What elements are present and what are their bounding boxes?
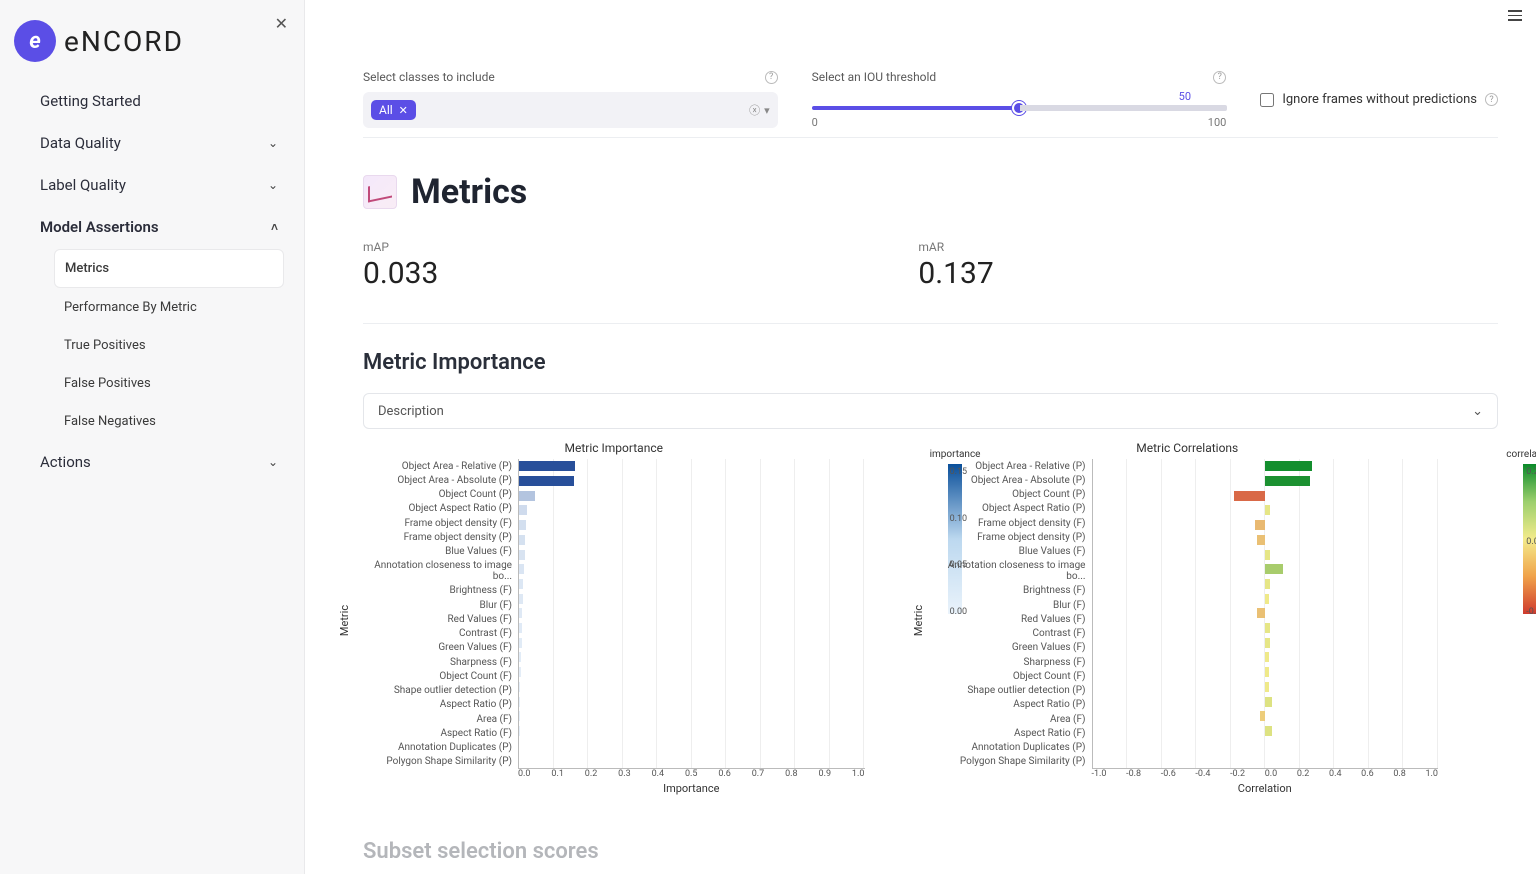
nav-getting-started[interactable]: Getting Started [34,80,284,122]
section-title-subset-scores: Subset selection scores [363,839,1498,864]
slider-max: 100 [1208,116,1227,129]
sub-nav-performance-by-metric[interactable]: Performance By Metric [54,289,284,326]
chart-bars [1093,459,1439,768]
chart-trend-icon [363,175,397,209]
class-multiselect[interactable]: All ✕ ⓧ ▾ [363,92,778,128]
nav-label: Getting Started [40,92,141,110]
chart-y-tick-labels: Object Area - Relative (P)Object Area - … [937,459,1092,769]
help-icon[interactable]: ? [1213,71,1226,84]
description-expander[interactable]: Description ⌄ [363,393,1498,429]
chip-label: All [379,103,393,117]
controls-row: Select classes to include ? All ✕ ⓧ ▾ [363,0,1498,129]
chevron-down-icon: ⌄ [268,455,278,469]
expander-label: Description [378,404,444,419]
chevron-down-icon: ⌄ [1472,404,1483,419]
main-content: Select classes to include ? All ✕ ⓧ ▾ [305,0,1536,874]
page-title: Metrics [411,172,527,212]
divider [363,323,1498,324]
section-title-metric-importance: Metric Importance [363,350,1498,375]
chart-plot-area: Metric [1092,459,1439,769]
kpi-label: mAR [918,240,993,254]
kpi-mar: mAR 0.137 [918,240,993,291]
chart-x-tick-labels: 0.00.10.20.30.40.50.60.70.80.91.0 [518,769,865,779]
chart-bars [519,459,865,768]
nav-label: Data Quality [40,134,121,152]
colorbar-correlation: correlation 0.20.0-0.2 [1506,449,1536,614]
logo-mark-icon: e [14,20,56,62]
kpi-value: 0.033 [363,256,438,291]
chart-metric-correlations: Metric Correlations Object Area - Relati… [937,441,1499,795]
chart-y-axis-label: Metric [912,604,925,635]
chart-y-axis-label: Metric [338,604,351,635]
chevron-down-icon: ⌄ [268,136,278,150]
metrics-header: Metrics [363,172,1498,212]
sub-nav-model-assertions: Metrics Performance By Metric True Posit… [0,249,304,440]
nav-label: Model Assertions [40,218,159,236]
sub-nav-false-negatives[interactable]: False Negatives [54,403,284,440]
help-icon[interactable]: ? [765,71,778,84]
chart-title: Metric Importance [363,441,865,455]
class-chip-all[interactable]: All ✕ [371,100,416,120]
close-sidebar-icon[interactable]: ✕ [275,14,288,33]
clear-icon[interactable]: ⓧ [749,102,760,118]
sidebar-nav: Getting Started Data Quality ⌄ Label Qua… [0,80,304,248]
ignore-frames-checkbox-col: Ignore frames without predictions ? [1260,70,1498,107]
nav-model-assertions[interactable]: Model Assertions ˄ [34,206,284,248]
chart-x-axis-label: Correlation [1092,782,1439,795]
chart-title: Metric Correlations [937,441,1439,455]
ignore-frames-checkbox[interactable] [1260,93,1274,107]
divider [363,137,1498,138]
help-icon[interactable]: ? [1485,93,1498,106]
chevron-down-icon: ⌄ [268,178,278,192]
slider-value: 50 [1179,90,1191,103]
nav-label: Actions [40,453,91,471]
dropdown-caret-icon[interactable]: ▾ [764,104,770,117]
chart-metric-importance: Metric Importance Object Area - Relative… [363,441,925,795]
nav-data-quality[interactable]: Data Quality ⌄ [34,122,284,164]
sidebar-nav-lower: Actions ⌄ [0,441,304,483]
sidebar: ✕ e eNCORD Getting Started Data Quality … [0,0,305,874]
hamburger-menu-icon[interactable] [1508,10,1522,21]
slider-thumb[interactable] [1012,101,1026,115]
chart-y-tick-labels: Object Area - Relative (P)Object Area - … [363,459,518,769]
chart-plot-area: Metric [518,459,865,769]
sub-nav-metrics[interactable]: Metrics [54,249,284,288]
iou-slider-col: Select an IOU threshold ? 50 0 100 [812,70,1227,129]
brand-name: eNCORD [64,25,184,58]
nav-label-quality[interactable]: Label Quality ⌄ [34,164,284,206]
colorbar-title: correlation [1506,449,1536,460]
iou-label: Select an IOU threshold [812,70,937,84]
multiselect-actions[interactable]: ⓧ ▾ [749,102,770,118]
ignore-frames-label: Ignore frames without predictions [1282,92,1477,107]
nav-label: Label Quality [40,176,126,194]
classes-label: Select classes to include [363,70,495,84]
chip-remove-icon[interactable]: ✕ [399,104,408,117]
charts-row: Metric Importance Object Area - Relative… [363,441,1498,795]
class-select-col: Select classes to include ? All ✕ ⓧ ▾ [363,70,778,128]
sub-nav-true-positives[interactable]: True Positives [54,327,284,364]
slider-min: 0 [812,116,818,129]
brand-logo: e eNCORD [0,12,304,80]
sub-nav-false-positives[interactable]: False Positives [54,365,284,402]
nav-actions[interactable]: Actions ⌄ [34,441,284,483]
chart-x-axis-label: Importance [518,782,865,795]
iou-slider[interactable]: 50 0 100 [812,92,1227,129]
kpi-label: mAP [363,240,438,254]
chart-x-tick-labels: -1.0-0.8-0.6-0.4-0.20.00.20.40.60.81.0 [1092,769,1439,779]
kpi-value: 0.137 [918,256,993,291]
kpi-map: mAP 0.033 [363,240,438,291]
chevron-up-icon: ˄ [271,220,278,234]
kpi-row: mAP 0.033 mAR 0.137 [363,240,1498,291]
